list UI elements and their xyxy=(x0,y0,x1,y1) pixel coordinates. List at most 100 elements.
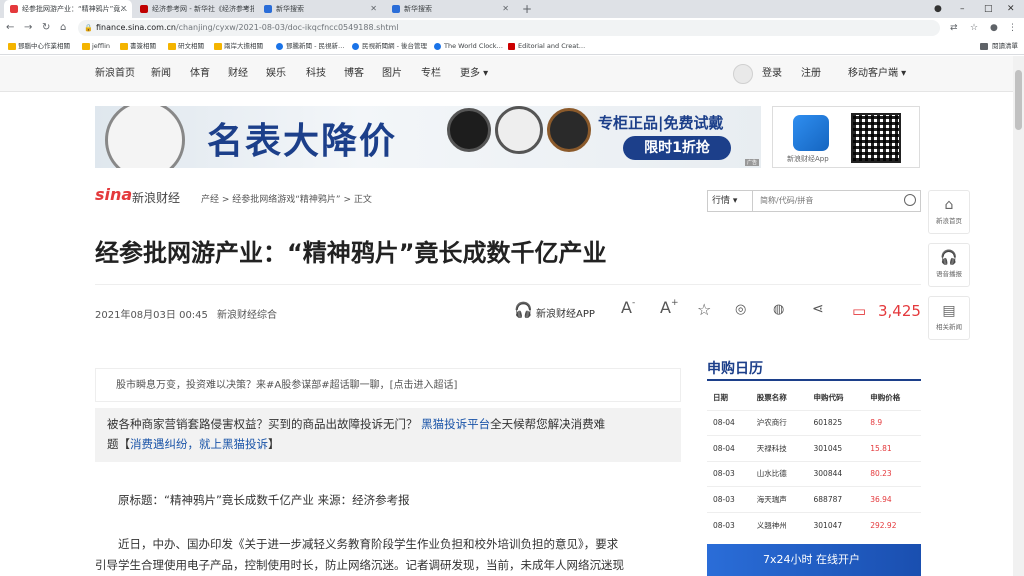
bookmark-folder[interactable]: 研文相關 xyxy=(168,38,204,55)
sina-finance-logo-text[interactable]: 新浪财经 xyxy=(132,189,180,206)
stock-name[interactable]: 山水比德 xyxy=(750,460,808,487)
bookmark-site[interactable]: The World Clock… xyxy=(434,38,503,55)
search-input[interactable] xyxy=(760,191,900,211)
close-tab-icon[interactable]: ✕ xyxy=(120,0,127,18)
open-account-banner[interactable]: 7x24小时 在线开户 xyxy=(707,544,921,576)
forward-button[interactable]: → xyxy=(24,20,32,36)
article-source[interactable]: 新浪财经综合 xyxy=(217,306,277,321)
comment-count[interactable]: 3,425 xyxy=(878,302,921,320)
sina-logo[interactable]: sina xyxy=(95,185,132,204)
headphones-icon: 🎧 xyxy=(940,250,958,266)
table-row[interactable]: 08-04 沪农商行 601825 8.9 xyxy=(707,409,921,436)
app-download-promo[interactable]: 新浪财经App xyxy=(772,106,920,168)
nav-item-ent[interactable]: 娱乐 xyxy=(266,56,286,92)
avatar[interactable] xyxy=(733,64,753,84)
profile-dot-icon[interactable]: ● xyxy=(934,0,942,18)
app-link[interactable]: 新浪财经APP xyxy=(536,305,595,320)
breadcrumb[interactable]: 产经 > 经参批网络游戏“精神鸦片” > 正文 xyxy=(201,192,372,205)
publish-date: 2021年08月03日 00:45 xyxy=(95,310,208,321)
mobile-client-dropdown[interactable]: 移动客户端 ▾ xyxy=(848,56,906,92)
headphones-icon[interactable]: 🎧 xyxy=(514,301,533,319)
nav-item-news[interactable]: 新闻 xyxy=(151,56,171,92)
side-btn-audio[interactable]: 🎧 语音播报 xyxy=(928,243,970,287)
nav-item-tech[interactable]: 科技 xyxy=(306,56,326,92)
sina-top-nav: 新浪首页 新闻 体育 财经 娱乐 科技 博客 图片 专栏 更多 ▾ 登录 注册 … xyxy=(0,56,1024,92)
bookmark-site[interactable]: 鄧騰新聞 - 民視新… xyxy=(276,38,344,55)
stock-name[interactable]: 沪农商行 xyxy=(750,409,808,436)
bookmark-site[interactable]: Editorial and Creat… xyxy=(508,38,585,55)
stock-name[interactable]: 义翘神州 xyxy=(750,511,808,538)
browser-toolbar: ← → ↻ ⌂ 🔒 finance.sina.com.cn/chanjing/c… xyxy=(0,18,1024,38)
nav-item-blog[interactable]: 博客 xyxy=(344,56,364,92)
browser-tab[interactable]: 新华搜索 ✕ xyxy=(258,0,382,18)
table-row[interactable]: 08-03 义翘神州 301047 292.92 xyxy=(707,511,921,538)
translate-icon[interactable]: ⇄ xyxy=(950,22,958,34)
nav-item-more[interactable]: 更多 ▾ xyxy=(460,56,488,92)
close-tab-icon[interactable]: ✕ xyxy=(242,0,249,18)
side-btn-label: 语音播报 xyxy=(936,270,962,278)
banner-cta-button[interactable]: 限时1折抢 xyxy=(623,136,731,160)
scrollbar-thumb[interactable] xyxy=(1015,70,1022,130)
heimao-link[interactable]: 黑猫投诉平台 xyxy=(421,417,490,431)
font-increase-icon[interactable]: A+ xyxy=(660,298,679,317)
side-btn-home[interactable]: ⌂ 新浪首页 xyxy=(928,190,970,234)
table-row[interactable]: 08-04 天禄科技 301045 15.81 xyxy=(707,435,921,461)
tab-title: 经济参考网 - 新华社《经济参考报… xyxy=(152,5,254,13)
font-decrease-icon[interactable]: A- xyxy=(621,298,635,317)
table-row[interactable]: 08-03 海天瑞声 688787 36.94 xyxy=(707,486,921,512)
favorite-star-icon[interactable]: ☆ xyxy=(697,300,711,319)
page-scrollbar[interactable] xyxy=(1013,56,1024,576)
menu-kebab-icon[interactable]: ⋮ xyxy=(1008,22,1017,34)
bookmark-folder[interactable]: 書簽相關 xyxy=(120,38,156,55)
weibo-share-icon[interactable]: ◎ xyxy=(735,302,746,317)
maximize-button[interactable]: □ xyxy=(984,0,993,18)
stock-name[interactable]: 天禄科技 xyxy=(750,435,808,461)
folder-icon xyxy=(214,43,222,50)
bookmark-folder[interactable]: 鄧腦中心作業相關 xyxy=(8,38,70,55)
close-tab-icon[interactable]: ✕ xyxy=(370,0,377,18)
wechat-share-icon[interactable]: ◍ xyxy=(773,302,784,317)
nav-item-home[interactable]: 新浪首页 xyxy=(95,56,135,92)
login-link[interactable]: 登录 xyxy=(762,56,782,92)
bookmark-star-icon[interactable]: ☆ xyxy=(970,22,978,34)
register-link[interactable]: 注册 xyxy=(801,56,821,92)
browser-tab-strip: 经参批网游产业：“精神鸦片”竟… ✕ 经济参考网 - 新华社《经济参考报… ✕ … xyxy=(0,0,1024,18)
browser-tab[interactable]: 经济参考网 - 新华社《经济参考报… ✕ xyxy=(134,0,254,18)
subscribe-code: 300844 xyxy=(807,460,865,487)
bookmark-label: 兩岸大擔相關 xyxy=(224,42,263,50)
nav-item-column[interactable]: 专栏 xyxy=(421,56,441,92)
back-button[interactable]: ← xyxy=(6,20,14,36)
stock-discussion-notice[interactable]: 股市瞬息万变，投资难以决策？来#A股参谋部#超话聊一聊，[点击进入超话] xyxy=(95,368,681,402)
new-tab-button[interactable]: + xyxy=(522,0,532,18)
search-type-select[interactable]: 行情 ▾ xyxy=(708,191,753,211)
browser-tab[interactable]: 新华搜索 ✕ xyxy=(386,0,514,18)
heimao-link[interactable]: 消费遇纠纷，就上黑猫投诉 xyxy=(130,437,268,451)
ipo-date: 08-04 xyxy=(707,409,751,436)
address-bar[interactable]: 🔒 finance.sina.com.cn/chanjing/cyxw/2021… xyxy=(78,20,940,36)
close-window-button[interactable]: ✕ xyxy=(1007,0,1015,18)
ipo-calendar-title[interactable]: 申购日历 xyxy=(707,358,763,378)
notice-text: 股市瞬息万变，投资难以决策？来#A股参谋部#超话聊一聊，[点击进入超话] xyxy=(116,380,458,391)
reading-list[interactable]: 閱讀清單 xyxy=(980,38,1018,55)
bookmark-label: The World Clock… xyxy=(444,42,504,50)
profile-icon[interactable]: ● xyxy=(990,22,998,34)
home-button[interactable]: ⌂ xyxy=(60,20,66,36)
table-row[interactable]: 08-03 山水比德 300844 80.23 xyxy=(707,460,921,487)
comment-icon[interactable]: ▭ xyxy=(852,302,866,320)
share-icon[interactable]: ⋖ xyxy=(812,301,824,317)
nav-item-photo[interactable]: 图片 xyxy=(382,56,402,92)
search-icon[interactable] xyxy=(904,194,916,206)
reload-button[interactable]: ↻ xyxy=(42,20,50,36)
close-tab-icon[interactable]: ✕ xyxy=(502,0,509,18)
bookmark-folder[interactable]: jefflin xyxy=(82,38,110,55)
stock-name[interactable]: 海天瑞声 xyxy=(750,486,808,512)
nav-item-finance[interactable]: 财经 xyxy=(228,56,248,92)
bookmark-site[interactable]: 民視新聞網 - 後台管理 xyxy=(352,38,427,55)
minimize-button[interactable]: – xyxy=(960,0,965,18)
side-btn-related[interactable]: ▤ 相关新闻 xyxy=(928,296,970,340)
bookmark-folder[interactable]: 兩岸大擔相關 xyxy=(214,38,263,55)
watch-ad-banner[interactable]: 名表大降价 专柜正品|免费试戴 限时1折抢 广告 xyxy=(95,106,761,168)
browser-tab-active[interactable]: 经参批网游产业：“精神鸦片”竟… ✕ xyxy=(4,0,132,18)
bookmark-label: 鄧腦中心作業相關 xyxy=(18,42,70,50)
nav-item-sports[interactable]: 体育 xyxy=(190,56,210,92)
